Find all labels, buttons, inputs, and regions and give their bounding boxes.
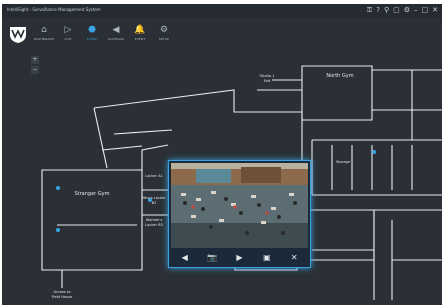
settings-icon[interactable]: ⚙ bbox=[404, 6, 410, 14]
bell-icon: 🔔 bbox=[134, 25, 146, 35]
title-bar: IntelliSight - Surveillance Management S… bbox=[2, 4, 442, 18]
access-note: Access to Field House bbox=[51, 290, 73, 299]
nav-label: E-MAP bbox=[87, 37, 97, 41]
gear-icon: ⚙ bbox=[159, 25, 169, 35]
room-locker-2[interactable]: Men's Locker B2 bbox=[142, 196, 166, 205]
close-icon[interactable]: ✕ bbox=[289, 252, 300, 263]
search-icon[interactable]: ⚲ bbox=[384, 6, 389, 14]
nav-setup[interactable]: ⚙ SETUP bbox=[152, 24, 176, 50]
camera-video-feed[interactable] bbox=[171, 163, 308, 248]
nav-event[interactable]: 🔔 EVENT bbox=[128, 24, 152, 50]
top-nav: ⌂ DASHBOARD ▷ LIVE ⬣ E-MAP ◀ PLAYBACK 🔔 … bbox=[2, 18, 442, 50]
camera-icon[interactable]: 📷 bbox=[207, 252, 218, 263]
zoom-in-button[interactable]: + bbox=[31, 56, 39, 64]
nav-label: EVENT bbox=[134, 37, 146, 41]
nav-dashboard[interactable]: ⌂ DASHBOARD bbox=[32, 24, 56, 50]
logo bbox=[10, 27, 26, 43]
app-title: IntelliSight - Surveillance Management S… bbox=[7, 7, 101, 12]
room-storage[interactable]: Storage bbox=[334, 160, 352, 165]
minimize-icon[interactable]: – bbox=[414, 6, 418, 14]
room-locker-3[interactable]: Women's Locker B3 bbox=[142, 218, 166, 227]
map-pin-icon: ⬣ bbox=[88, 25, 96, 35]
nav-label: LIVE bbox=[64, 37, 72, 41]
close-window-icon[interactable]: ✕ bbox=[432, 6, 438, 14]
popup-toolbar: ◀ 📷 ▶ ▣ ✕ bbox=[171, 249, 308, 265]
room-stranger-gym[interactable]: Stranger Gym bbox=[62, 192, 122, 197]
app-window: IntelliSight - Surveillance Management S… bbox=[2, 4, 442, 305]
nav-label: DASHBOARD bbox=[33, 37, 55, 41]
room-studio-exit[interactable]: Studio 1 Exit bbox=[252, 74, 282, 83]
maximize-icon[interactable]: □ bbox=[422, 6, 429, 14]
zoom-out-button[interactable]: − bbox=[31, 66, 39, 74]
room-locker-1[interactable]: Locker A1 bbox=[142, 174, 166, 179]
nav-playback[interactable]: ◀ PLAYBACK bbox=[104, 24, 128, 50]
window-controls: ⚿ ? ⚲ ▢ ⚙ – □ ✕ bbox=[367, 6, 438, 14]
home-icon: ⌂ bbox=[41, 25, 47, 35]
play-icon: ▷ bbox=[64, 25, 72, 35]
video-icon[interactable]: ▶ bbox=[234, 252, 245, 263]
image-icon[interactable]: ▣ bbox=[261, 252, 272, 263]
lock-icon[interactable]: ⚿ bbox=[367, 6, 372, 14]
floor-plan-map[interactable]: + − North Gym Stranger Gym Group Fitness… bbox=[2, 50, 442, 305]
nav-emap[interactable]: ⬣ E-MAP bbox=[80, 24, 104, 50]
room-north-gym[interactable]: North Gym bbox=[320, 74, 360, 79]
window-icon[interactable]: ▢ bbox=[393, 6, 400, 14]
nav-label: PLAYBACK bbox=[107, 37, 125, 41]
camera-popup: ◀ 📷 ▶ ▣ ✕ bbox=[168, 160, 311, 268]
playback-icon: ◀ bbox=[112, 25, 120, 35]
back-icon[interactable]: ◀ bbox=[179, 252, 190, 263]
nav-live[interactable]: ▷ LIVE bbox=[56, 24, 80, 50]
nav-label: SETUP bbox=[158, 37, 170, 41]
zoom-controls: + − bbox=[31, 56, 39, 76]
help-icon[interactable]: ? bbox=[376, 6, 380, 14]
nav-menu: ⌂ DASHBOARD ▷ LIVE ⬣ E-MAP ◀ PLAYBACK 🔔 … bbox=[32, 24, 176, 50]
